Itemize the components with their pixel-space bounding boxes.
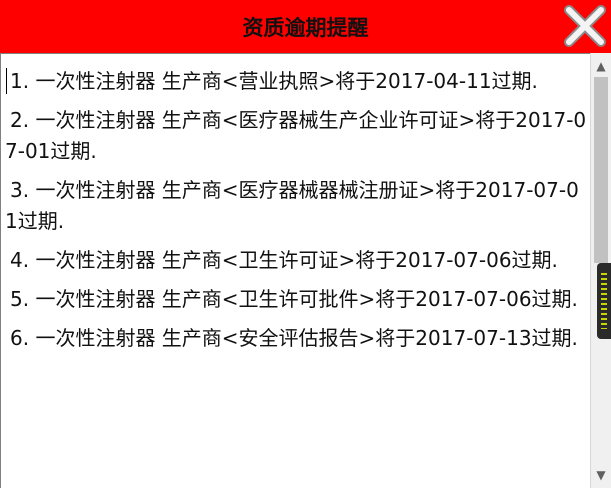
list-item: 3. 一次性注射器 生产商<医疗器械器械注册证>将于2017-07-01过期.	[5, 178, 579, 233]
list-item: 2. 一次性注射器 生产商<医疗器械生产企业许可证>将于2017-07-01过期…	[5, 108, 587, 163]
window-title: 资质逾期提醒	[242, 16, 369, 40]
arrow-down-icon[interactable]: ▼	[591, 465, 611, 485]
list-item: 6. 一次性注射器 生产商<安全评估报告>将于2017-07-13过期.	[10, 326, 578, 350]
close-button[interactable]	[560, 2, 610, 50]
list-item: 5. 一次性注射器 生产商<卫生许可批件>将于2017-07-06过期.	[10, 287, 578, 311]
title-bar: 资质逾期提醒	[0, 0, 611, 53]
reminder-list: 1. 一次性注射器 生产商<营业执照>将于2017-04-11过期. 2. 一次…	[5, 66, 587, 362]
grip-bars-icon	[601, 273, 607, 329]
close-x-icon	[564, 5, 606, 47]
list-item: 4. 一次性注射器 生产商<卫生许可证>将于2017-07-06过期.	[10, 248, 558, 272]
reminder-text-area[interactable]: 1. 一次性注射器 生产商<营业执照>将于2017-04-11过期. 2. 一次…	[0, 53, 590, 488]
side-grip-handle[interactable]	[597, 263, 611, 339]
alert-window: 资质逾期提醒 1. 一次性注射器 生产商<营业执照>将于2017-04-11过期…	[0, 0, 611, 488]
scrollbar-thumb[interactable]	[594, 77, 608, 263]
arrow-up-icon[interactable]: ▲	[591, 56, 611, 76]
list-item: 1. 一次性注射器 生产商<营业执照>将于2017-04-11过期.	[10, 69, 538, 93]
